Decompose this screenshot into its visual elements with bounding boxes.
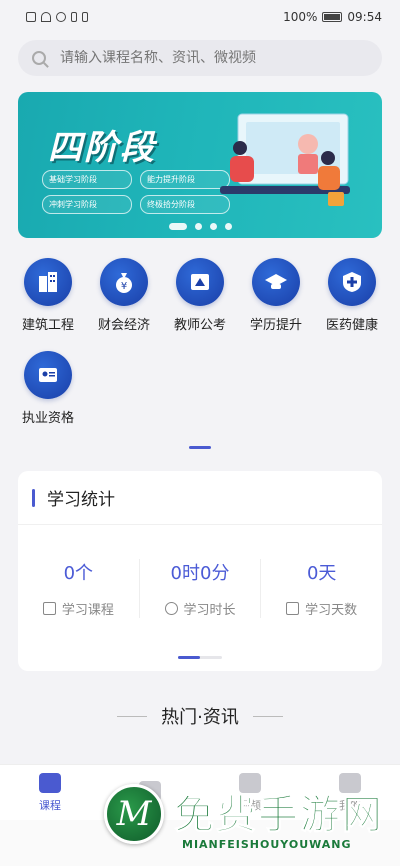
usb-icon bbox=[82, 12, 88, 22]
banner-title: 四阶段 bbox=[48, 128, 156, 168]
stats-title: 学习统计 bbox=[47, 490, 115, 510]
banner-tag: 冲刺学习阶段 bbox=[42, 195, 132, 214]
hot-news-title: 热门·资讯 bbox=[161, 707, 239, 728]
stat-value: 0天 bbox=[306, 563, 337, 584]
banner-dot[interactable] bbox=[194, 223, 202, 230]
category-finance[interactable]: ¥ 财会经济 bbox=[86, 258, 162, 333]
bluetooth-icon bbox=[71, 12, 77, 22]
tab-mine[interactable]: 我的 bbox=[300, 765, 400, 820]
stats-header: 学习统计 bbox=[18, 471, 382, 525]
stat-label-wrap: 学习天数 bbox=[286, 599, 357, 618]
category-construction[interactable]: 建筑工程 bbox=[10, 258, 86, 333]
stat-label: 学习课程 bbox=[61, 603, 114, 618]
stat-duration[interactable]: 0时0分 学习时长 bbox=[140, 559, 262, 618]
stats-row: 0个 学习课程 0时0分 学习时长 0天 学习天数 bbox=[18, 559, 382, 618]
search-input[interactable] bbox=[60, 50, 350, 66]
banner-dot[interactable] bbox=[168, 223, 187, 230]
user-tab-icon bbox=[339, 772, 361, 793]
tab-label: 课程 bbox=[39, 798, 61, 812]
tab-course[interactable]: 课程 bbox=[0, 765, 100, 820]
system-nav-bar bbox=[0, 820, 400, 866]
building-icon bbox=[24, 258, 72, 306]
banner-pagination[interactable] bbox=[18, 223, 382, 230]
category-teacher[interactable]: 教师公考 bbox=[162, 258, 238, 333]
stat-value: 0个 bbox=[63, 563, 94, 584]
stat-label: 学习天数 bbox=[305, 603, 358, 618]
category-label: 学历提升 bbox=[249, 318, 302, 333]
stat-label-wrap: 学习课程 bbox=[42, 599, 114, 618]
banner-dot[interactable] bbox=[224, 223, 232, 230]
teacher-icon bbox=[176, 258, 224, 306]
category-education[interactable]: 学历提升 bbox=[238, 258, 314, 333]
search-icon bbox=[32, 51, 46, 65]
graduation-icon bbox=[252, 258, 300, 306]
banner-tag: 基础学习阶段 bbox=[42, 170, 132, 189]
category-label: 执业资格 bbox=[21, 411, 74, 426]
svg-text:¥: ¥ bbox=[121, 281, 127, 292]
stat-label-wrap: 学习时长 bbox=[164, 599, 236, 618]
status-icons bbox=[26, 12, 88, 22]
stat-courses[interactable]: 0个 学习课程 bbox=[18, 559, 140, 618]
bottom-tab-bar: 课程 视频 我的 bbox=[0, 764, 400, 820]
banner-illustration bbox=[220, 113, 350, 206]
divider bbox=[117, 715, 148, 717]
stats-title-accent bbox=[32, 488, 35, 507]
divider bbox=[252, 715, 283, 717]
hot-news-header: 热门·资讯 bbox=[0, 703, 400, 729]
money-bag-icon: ¥ bbox=[100, 258, 148, 306]
stats-page-indicator bbox=[178, 656, 222, 659]
course-tab-icon bbox=[39, 772, 61, 793]
battery-percent: 100% bbox=[283, 10, 318, 24]
category-medical[interactable]: 医药健康 bbox=[314, 258, 390, 333]
tab-label: 视频 bbox=[239, 798, 261, 812]
video-tab-icon bbox=[239, 772, 261, 793]
tab-video[interactable]: 视频 bbox=[200, 765, 300, 820]
notes-tab-icon bbox=[139, 780, 161, 801]
calendar-icon bbox=[286, 602, 300, 615]
category-label: 教师公考 bbox=[173, 318, 226, 333]
study-stats-card: 学习统计 0个 学习课程 0时0分 学习时长 0天 学习天数 bbox=[18, 471, 382, 671]
category-label: 建筑工程 bbox=[21, 318, 74, 333]
medical-cross-icon bbox=[328, 258, 376, 306]
banner-dot[interactable] bbox=[209, 223, 217, 230]
category-page-indicator bbox=[189, 446, 211, 449]
battery-icon bbox=[322, 12, 343, 22]
eye-icon bbox=[56, 12, 66, 22]
category-qualification[interactable]: 执业资格 bbox=[10, 351, 86, 426]
course-icon bbox=[42, 602, 56, 615]
banner-tags: 基础学习阶段 能力提升阶段 冲刺学习阶段 终极拾分阶段 bbox=[42, 170, 230, 214]
sim-icon bbox=[26, 12, 36, 22]
clock-time: 09:54 bbox=[347, 10, 382, 24]
category-label: 医药健康 bbox=[325, 318, 378, 333]
search-bar[interactable] bbox=[18, 40, 382, 76]
status-bar: 100% 09:54 bbox=[0, 0, 400, 34]
category-grid: 建筑工程 ¥ 财会经济 教师公考 学历提升 医药健康 执业资格 bbox=[10, 258, 390, 426]
wifi-icon bbox=[41, 12, 51, 22]
stat-label: 学习时长 bbox=[183, 603, 236, 618]
certificate-icon bbox=[24, 351, 72, 399]
stat-value: 0时0分 bbox=[170, 563, 230, 584]
clock-icon bbox=[164, 602, 178, 615]
stat-days[interactable]: 0天 学习天数 bbox=[261, 559, 382, 618]
promo-banner[interactable]: 四阶段 基础学习阶段 能力提升阶段 冲刺学习阶段 终极拾分阶段 bbox=[18, 92, 382, 238]
tab-notes[interactable] bbox=[100, 765, 200, 820]
tab-label: 我的 bbox=[339, 798, 361, 812]
category-label: 财会经济 bbox=[97, 318, 150, 333]
